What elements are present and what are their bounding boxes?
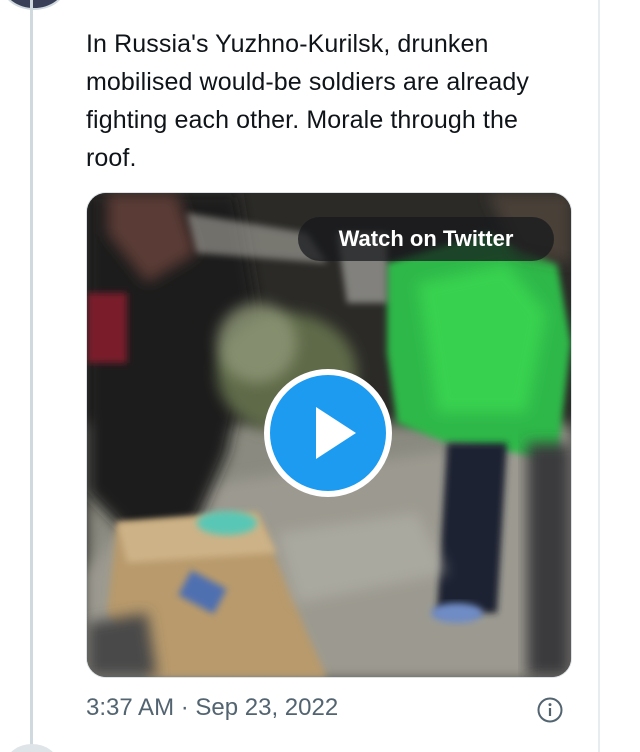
tweet-text: In Russia's Yuzhno-Kurilsk, drunken mobi…	[86, 30, 530, 172]
tweet-timestamp[interactable]: 3:37 AM · Sep 23, 2022	[86, 692, 338, 724]
column-divider	[598, 0, 600, 752]
play-button[interactable]	[264, 369, 392, 497]
previous-avatar[interactable]	[2, 0, 66, 10]
play-icon	[316, 407, 356, 459]
thread-connector-line	[30, 0, 33, 752]
tweet-embed: In Russia's Yuzhno-Kurilsk, drunken mobi…	[0, 0, 640, 752]
watch-on-twitter-button[interactable]: Watch on Twitter	[298, 217, 554, 261]
next-avatar[interactable]	[6, 744, 58, 752]
video-media[interactable]: Watch on Twitter	[86, 192, 572, 678]
info-icon[interactable]	[537, 697, 563, 723]
